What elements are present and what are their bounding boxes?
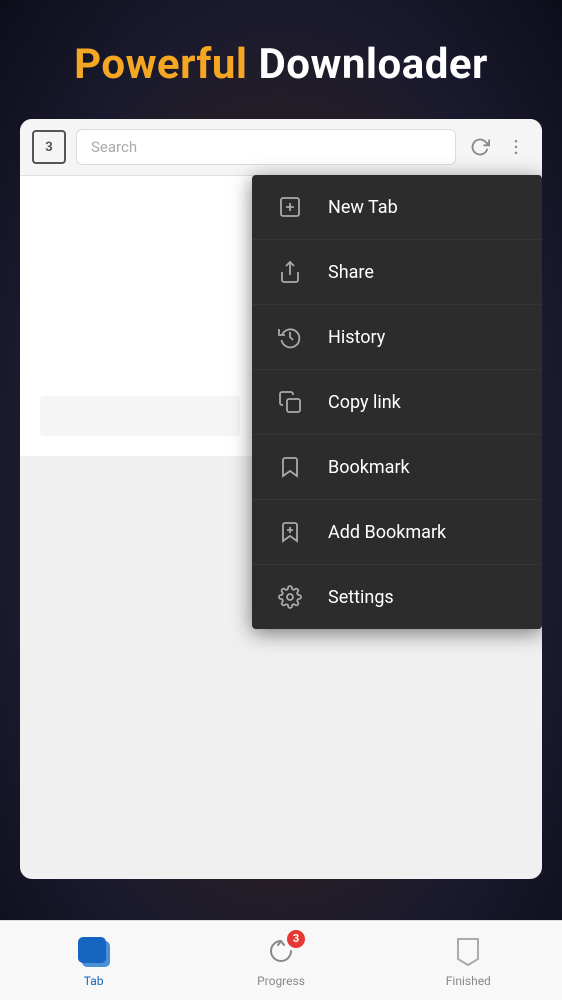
- menu-item-bookmark[interactable]: Bookmark: [252, 435, 542, 500]
- search-placeholder: Search: [91, 138, 137, 156]
- tab-nav-icon-wrap: [74, 934, 114, 970]
- nav-item-progress[interactable]: 3 Progress: [187, 934, 374, 988]
- content-placeholder: [40, 396, 240, 436]
- finished-nav-label: Finished: [446, 974, 491, 988]
- more-options-icon[interactable]: [502, 133, 530, 161]
- browser-container: 3 Search: [20, 119, 542, 879]
- title-powerful: Powerful: [74, 40, 247, 89]
- add-bookmark-icon: [276, 518, 304, 546]
- nav-item-tab[interactable]: Tab: [0, 934, 187, 988]
- history-label: History: [328, 327, 385, 348]
- share-label: Share: [328, 262, 374, 283]
- nav-item-finished[interactable]: Finished: [375, 934, 562, 988]
- menu-item-copy-link[interactable]: Copy link: [252, 370, 542, 435]
- bookmark-icon: [276, 453, 304, 481]
- header: Powerful Downloader: [0, 0, 562, 109]
- settings-icon: [276, 583, 304, 611]
- share-icon: [276, 258, 304, 286]
- settings-label: Settings: [328, 587, 394, 608]
- copy-link-icon: [276, 388, 304, 416]
- new-tab-label: New Tab: [328, 197, 398, 218]
- new-tab-icon: [276, 193, 304, 221]
- tab-count-indicator[interactable]: 3: [32, 130, 66, 164]
- app-title: Powerful Downloader: [30, 40, 532, 89]
- progress-badge: 3: [287, 930, 305, 948]
- menu-item-share[interactable]: Share: [252, 240, 542, 305]
- menu-item-new-tab[interactable]: New Tab: [252, 175, 542, 240]
- dropdown-menu: New Tab Share History: [252, 175, 542, 629]
- reload-icon[interactable]: [466, 133, 494, 161]
- finished-nav-icon-wrap: [448, 934, 488, 970]
- browser-toolbar: 3 Search: [20, 119, 542, 176]
- bookmark-label: Bookmark: [328, 457, 410, 478]
- menu-item-settings[interactable]: Settings: [252, 565, 542, 629]
- copy-link-label: Copy link: [328, 392, 401, 413]
- title-downloader: Downloader: [259, 40, 488, 89]
- progress-nav-icon-wrap: 3: [261, 934, 301, 970]
- menu-item-history[interactable]: History: [252, 305, 542, 370]
- history-icon: [276, 323, 304, 351]
- menu-item-add-bookmark[interactable]: Add Bookmark: [252, 500, 542, 565]
- bottom-nav: Tab 3 Progress Finished: [0, 920, 562, 1000]
- progress-nav-label: Progress: [257, 974, 305, 988]
- tab-nav-label: Tab: [84, 974, 104, 988]
- search-bar[interactable]: Search: [76, 129, 456, 165]
- add-bookmark-label: Add Bookmark: [328, 522, 446, 543]
- toolbar-icons: [466, 133, 530, 161]
